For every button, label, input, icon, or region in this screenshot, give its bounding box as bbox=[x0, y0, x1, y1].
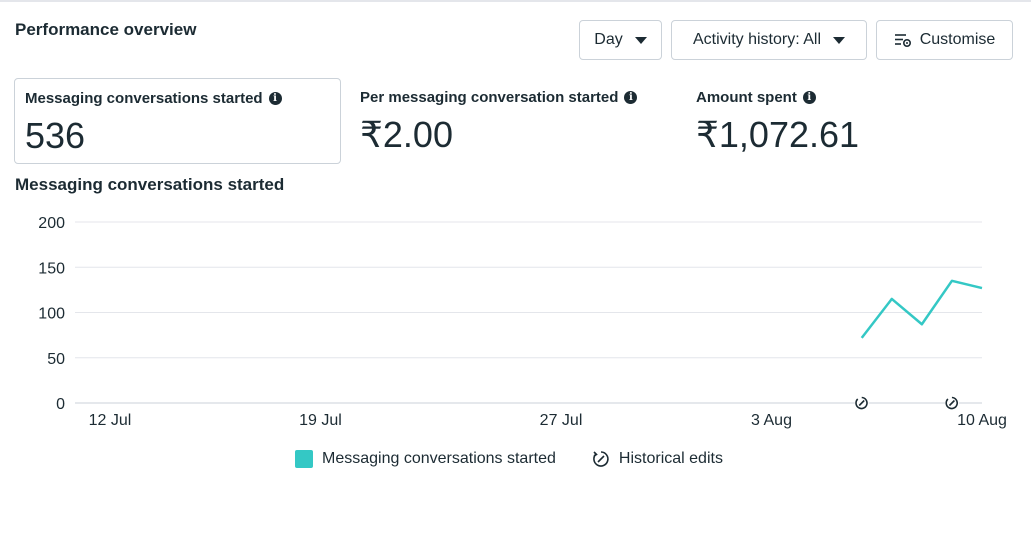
metric-label: Messaging conversations started i bbox=[25, 90, 282, 107]
metric-card-conversations[interactable]: Messaging conversations started i 536 bbox=[14, 78, 341, 164]
legend-edits-label: Historical edits bbox=[618, 450, 723, 467]
metric-value: ₹1,072.61 bbox=[696, 114, 860, 155]
y-tick-label: 200 bbox=[38, 215, 65, 232]
activity-history-label: Activity history: All bbox=[692, 31, 822, 48]
historical-edit-marker[interactable] bbox=[944, 396, 959, 410]
customise-button[interactable]: Customise bbox=[876, 20, 1013, 60]
x-tick-label: 27 Jul bbox=[540, 412, 583, 429]
legend-series-label: Messaging conversations started bbox=[322, 450, 556, 467]
legend-item-series[interactable]: Messaging conversations started bbox=[295, 450, 556, 468]
metric-label-text: Per messaging conversation started bbox=[360, 89, 619, 106]
info-icon[interactable]: i bbox=[624, 91, 638, 104]
metric-label-text: Messaging conversations started bbox=[25, 90, 263, 107]
customise-label: Customise bbox=[919, 31, 996, 48]
legend-swatch bbox=[295, 450, 313, 468]
metric-card-amount-spent[interactable]: Amount spent i ₹1,072.61 bbox=[686, 78, 1006, 164]
day-dropdown-label: Day bbox=[594, 31, 623, 48]
chart-legend: Messaging conversations started Historic… bbox=[295, 450, 723, 468]
metric-card-cost-per-conversation[interactable]: Per messaging conversation started i ₹2.… bbox=[350, 78, 670, 164]
page-title: Performance overview bbox=[15, 20, 197, 39]
metric-value: 536 bbox=[25, 115, 86, 156]
line-chart[interactable]: 0 50 100 150 200 12 Jul 19 Jul 27 Jul 3 Aug 10 Au… bbox=[0, 200, 1031, 440]
x-tick-label: 12 Jul bbox=[89, 412, 132, 429]
y-tick-label: 0 bbox=[56, 396, 65, 413]
legend-item-historical-edits[interactable]: Historical edits bbox=[592, 450, 723, 468]
activity-history-dropdown[interactable]: Activity history: All bbox=[671, 20, 867, 60]
caret-down-icon bbox=[833, 36, 846, 44]
x-tick-label: 3 Aug bbox=[751, 412, 792, 429]
y-tick-label: 150 bbox=[38, 260, 65, 277]
historical-edit-marker[interactable] bbox=[854, 396, 869, 410]
metric-value: ₹2.00 bbox=[360, 114, 453, 155]
chart-title: Messaging conversations started bbox=[15, 175, 285, 194]
top-divider bbox=[0, 0, 1031, 2]
metric-label: Amount spent i bbox=[696, 89, 816, 106]
customise-settings-icon bbox=[894, 34, 911, 48]
day-dropdown[interactable]: Day bbox=[579, 20, 662, 60]
info-icon[interactable]: i bbox=[268, 92, 282, 105]
y-tick-label: 50 bbox=[47, 351, 65, 368]
caret-down-icon bbox=[634, 36, 647, 44]
x-tick-label: 19 Jul bbox=[299, 412, 342, 429]
x-tick-label: 10 Aug bbox=[957, 412, 1007, 429]
y-tick-label: 100 bbox=[38, 306, 65, 323]
metric-label: Per messaging conversation started i bbox=[360, 89, 638, 106]
historical-edits-icon bbox=[593, 451, 609, 467]
info-icon[interactable]: i bbox=[802, 91, 816, 104]
series-line bbox=[860, 279, 983, 339]
metric-label-text: Amount spent bbox=[696, 89, 797, 106]
